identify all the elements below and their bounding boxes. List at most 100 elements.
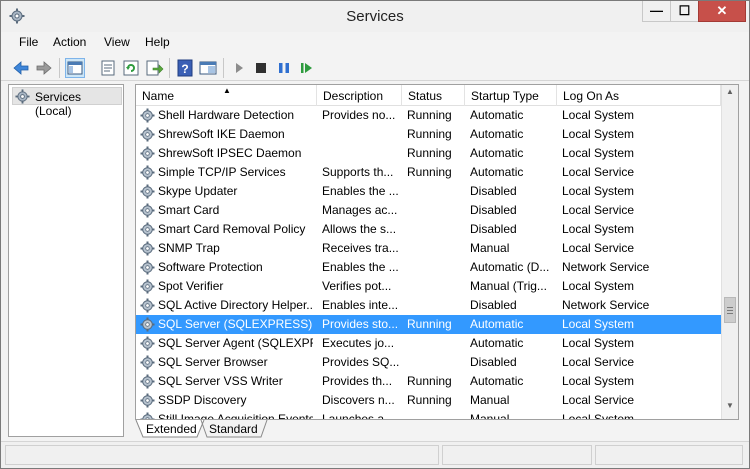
tab-extended[interactable]: Extended — [143, 420, 199, 438]
service-description: Provides SQ... — [322, 355, 400, 369]
service-description: Allows the s... — [322, 222, 397, 236]
start-icon[interactable] — [229, 58, 249, 78]
column-header-startup-type[interactable]: Startup Type — [465, 85, 557, 106]
refresh-icon[interactable] — [121, 58, 141, 78]
service-status: Running — [407, 374, 452, 388]
service-row[interactable]: SSDP Discovery Discovers n... Running Manua… — [136, 391, 721, 410]
service-gear-icon — [140, 298, 155, 313]
service-row[interactable]: Smart Card Removal Policy Allows the s...… — [136, 220, 721, 239]
service-row[interactable]: SQL Server VSS Writer Provides th... Runni… — [136, 372, 721, 391]
service-log-on-as: Local System — [562, 146, 635, 160]
properties-icon[interactable] — [98, 58, 118, 78]
back-icon[interactable] — [11, 58, 31, 78]
service-gear-icon — [140, 355, 155, 370]
service-name: Still Image Acquisition Events — [158, 412, 313, 420]
status-segment — [5, 445, 439, 465]
thumb-grip — [727, 313, 733, 314]
service-gear-icon — [140, 222, 155, 237]
service-gear-icon — [140, 279, 155, 294]
column-header-status[interactable]: Status — [402, 85, 465, 106]
service-startup-type: Automatic — [470, 127, 524, 141]
tab-extended-label: Extended — [146, 422, 197, 436]
scroll-up-icon[interactable]: ▲ — [722, 87, 738, 104]
service-gear-icon — [140, 165, 155, 180]
service-row[interactable]: ShrewSoft IKE Daemon Running Automatic Loca… — [136, 125, 721, 144]
service-row[interactable]: Shell Hardware Detection Provides no... Ru… — [136, 106, 721, 125]
service-status: Running — [407, 393, 452, 407]
help-icon[interactable]: ? — [175, 58, 195, 78]
service-row[interactable]: Simple TCP/IP Services Supports th... Runn… — [136, 163, 721, 182]
maximize-button[interactable]: ☐ — [670, 1, 698, 22]
show-hide-icon[interactable] — [198, 58, 218, 78]
forward-icon[interactable] — [34, 58, 54, 78]
service-name: SSDP Discovery — [158, 393, 247, 407]
thumb-grip — [727, 307, 733, 308]
menu-action[interactable]: Action — [53, 35, 86, 49]
pause-icon[interactable] — [274, 58, 294, 78]
export-icon[interactable] — [144, 58, 164, 78]
service-startup-type: Automatic — [470, 165, 524, 179]
console-tree-button[interactable] — [65, 58, 85, 78]
services-gear-icon — [15, 89, 30, 104]
service-startup-type: Automatic — [470, 336, 524, 350]
service-row[interactable]: ShrewSoft IPSEC Daemon Running Automatic Lo… — [136, 144, 721, 163]
minimize-button[interactable]: — — [642, 1, 670, 22]
service-status: Running — [407, 127, 452, 141]
service-description: Enables the ... — [322, 184, 399, 198]
service-description: Provides sto... — [322, 317, 399, 331]
menu-view[interactable]: View — [104, 35, 130, 49]
service-row[interactable]: Smart Card Manages ac... Disabled Local Ser… — [136, 201, 721, 220]
service-gear-icon — [140, 412, 155, 419]
service-name: SQL Server VSS Writer — [158, 374, 283, 388]
service-row[interactable]: SQL Active Directory Helper... Enables in… — [136, 296, 721, 315]
title-bar[interactable]: Services — ☐ ✕ — [1, 1, 749, 32]
service-log-on-as: Local System — [562, 279, 635, 293]
column-description-label: Description — [323, 89, 384, 103]
tree-item-label: Services (Local) — [35, 90, 82, 118]
service-name: Simple TCP/IP Services — [158, 165, 286, 179]
tree-item-services-local[interactable]: Services (Local) — [12, 87, 122, 118]
service-name: SQL Server (SQLEXPRESS) — [158, 317, 313, 331]
service-row[interactable]: SNMP Trap Receives tra... Manual Local Serv… — [136, 239, 721, 258]
service-status: Running — [407, 165, 452, 179]
status-segment — [595, 445, 743, 465]
tab-standard[interactable]: Standard — [207, 420, 263, 438]
service-startup-type: Automatic — [470, 108, 524, 122]
scroll-down-icon[interactable]: ▼ — [722, 401, 738, 418]
service-startup-type: Automatic (D... — [470, 260, 550, 274]
service-name: ShrewSoft IKE Daemon — [158, 127, 285, 141]
service-gear-icon — [140, 184, 155, 199]
list-header: Name ▲ Description Status Startup Type L… — [136, 85, 721, 106]
service-gear-icon — [140, 203, 155, 218]
service-row[interactable]: SQL Server Agent (SQLEXPR... Executes jo.… — [136, 334, 721, 353]
close-button[interactable]: ✕ — [698, 1, 746, 22]
service-description: Manages ac... — [322, 203, 398, 217]
menu-file[interactable]: File — [19, 35, 38, 49]
column-header-log-on-as[interactable]: Log On As — [557, 85, 721, 106]
service-description: Discovers n... — [322, 393, 395, 407]
restart-icon[interactable] — [297, 58, 317, 78]
service-name: Smart Card Removal Policy — [158, 222, 306, 236]
service-gear-icon — [140, 374, 155, 389]
stop-icon[interactable] — [251, 58, 271, 78]
service-startup-type: Disabled — [470, 298, 517, 312]
vertical-scrollbar[interactable]: ▲ ▼ — [721, 85, 738, 419]
service-startup-type: Manual (Trig... — [470, 279, 547, 293]
service-log-on-as: Local System — [562, 108, 635, 122]
service-status: Running — [407, 108, 452, 122]
service-gear-icon — [140, 108, 155, 123]
scroll-thumb[interactable] — [724, 297, 736, 323]
service-row[interactable]: SQL Server (SQLEXPRESS) Provides sto... Ru… — [136, 315, 721, 334]
column-header-name[interactable]: Name ▲ — [136, 85, 317, 106]
service-row[interactable]: Still Image Acquisition Events Launches a… — [136, 410, 721, 420]
service-row[interactable]: Spot Verifier Verifies pot... Manual (Trig… — [136, 277, 721, 296]
service-row[interactable]: Software Protection Enables the ... Automa… — [136, 258, 721, 277]
service-startup-type: Disabled — [470, 355, 517, 369]
column-header-description[interactable]: Description — [317, 85, 402, 106]
service-name: Skype Updater — [158, 184, 238, 198]
service-log-on-as: Local System — [562, 184, 635, 198]
menu-help[interactable]: Help — [145, 35, 170, 49]
service-gear-icon — [140, 127, 155, 142]
service-row[interactable]: Skype Updater Enables the ... Disabled Loca… — [136, 182, 721, 201]
service-row[interactable]: SQL Server Browser Provides SQ... Disabled… — [136, 353, 721, 372]
